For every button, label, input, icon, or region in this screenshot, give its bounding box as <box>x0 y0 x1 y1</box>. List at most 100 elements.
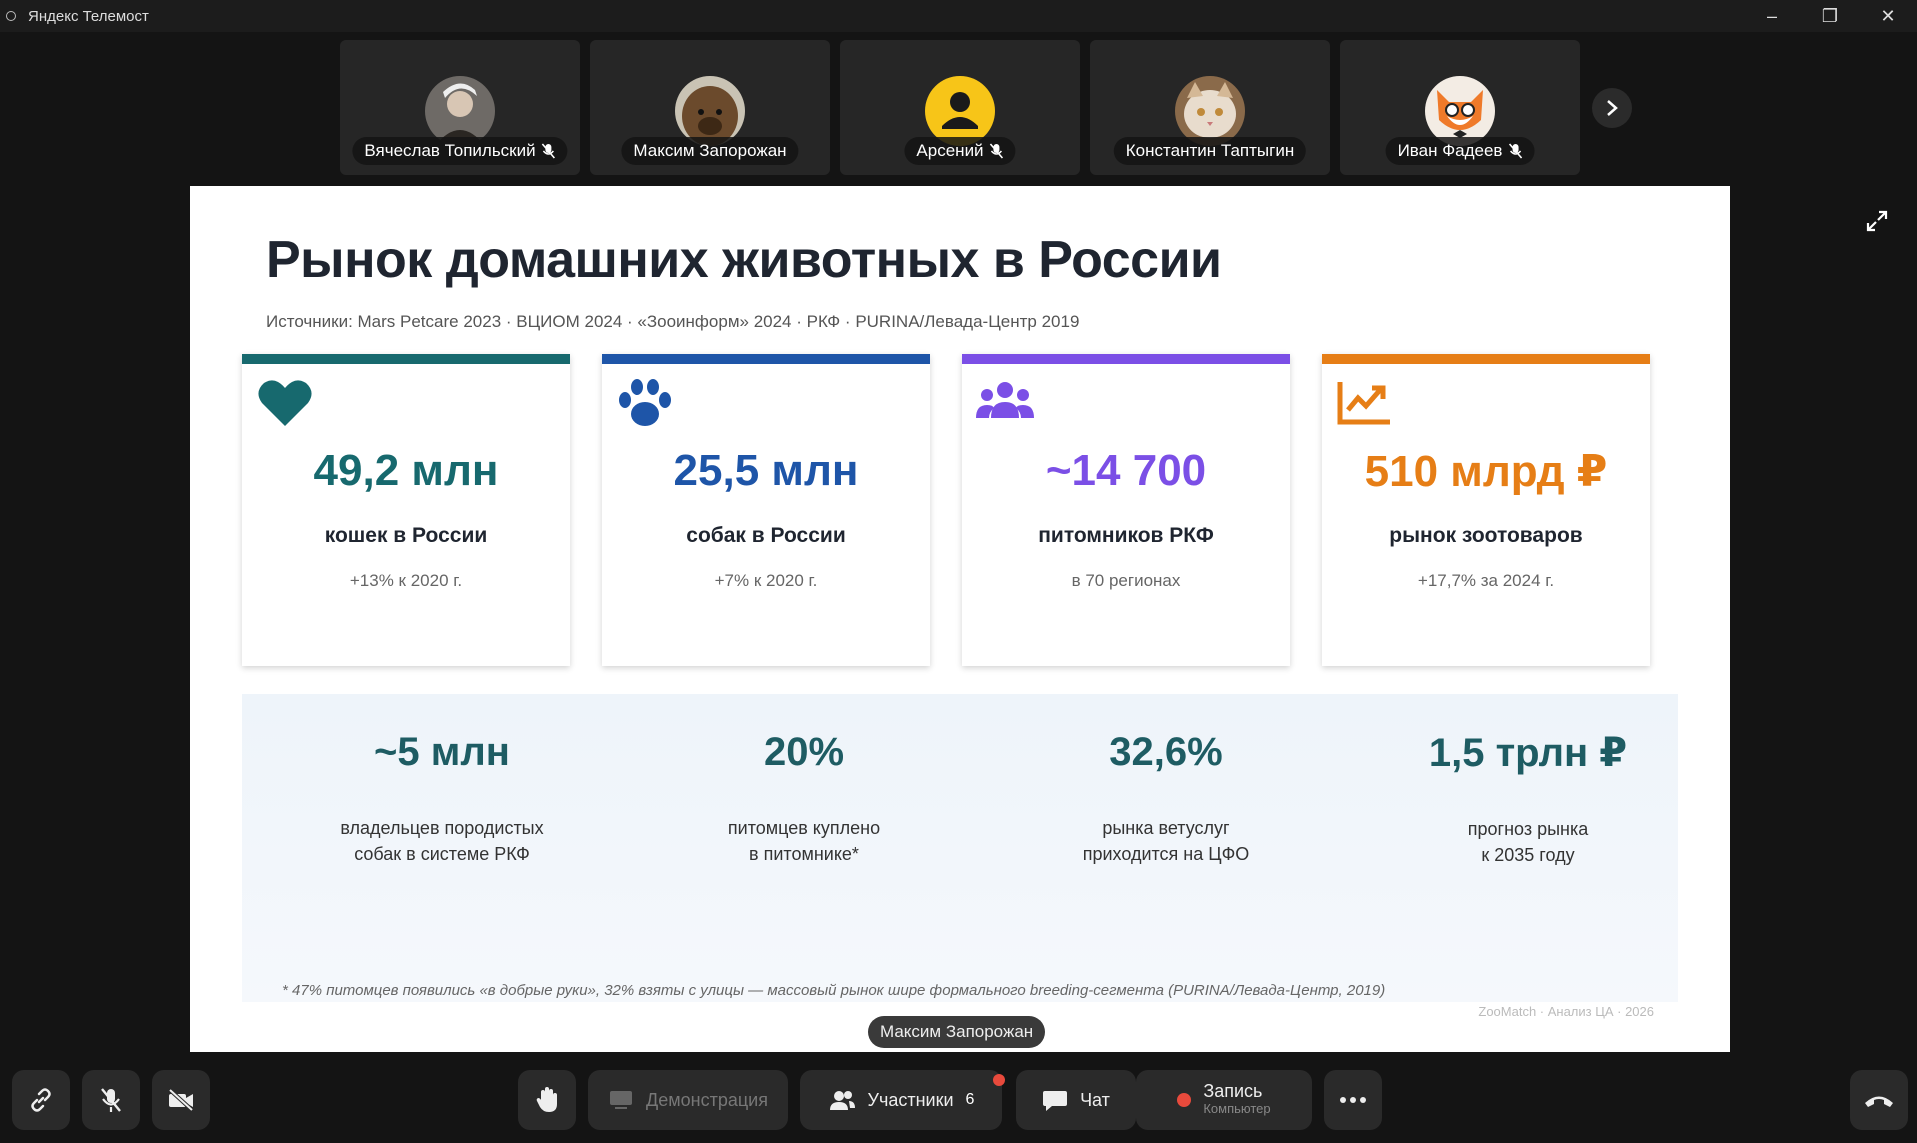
participant-name: Арсений <box>916 141 984 160</box>
record-button[interactable]: Запись Компьютер <box>1136 1070 1312 1130</box>
participant-tile[interactable]: Константин Таптыгин <box>1090 40 1330 175</box>
stat-value: ~5 млн <box>374 730 510 774</box>
participant-name: Вячеслав Топильский <box>364 141 536 160</box>
stat-kennel-share: 20% питомцев куплено в питомнике* <box>634 730 974 867</box>
participant-name: Константин Таптыгин <box>1125 141 1295 160</box>
card-accent-bar <box>602 354 930 364</box>
screen-share-button[interactable]: Демонстрация <box>588 1070 788 1130</box>
stat-cards: 49,2 млн кошек в России +13% к 2020 г. 2… <box>242 354 1650 666</box>
participant-name-pill: Арсений <box>904 137 1016 165</box>
participant-tile[interactable]: Иван Фадеев <box>1340 40 1580 175</box>
hand-icon <box>536 1087 557 1112</box>
expand-icon <box>1866 210 1888 232</box>
stat-card-market: 510 млрд ₽ рынок зоотоваров +17,7% за 20… <box>1322 354 1650 666</box>
mic-off-icon <box>542 143 556 159</box>
participant-name-pill: Иван Фадеев <box>1385 137 1535 165</box>
slide-footnote: * 47% питомцев появились «в добрые руки»… <box>282 982 1386 999</box>
card-subtext: в 70 регионах <box>1071 571 1181 590</box>
stat-card-kennels: ~14 700 питомников РКФ в 70 регионах <box>962 354 1290 666</box>
screen-share-label: Демонстрация <box>646 1089 768 1110</box>
record-label: Запись <box>1203 1081 1263 1101</box>
restore-button[interactable]: ❐ <box>1801 0 1859 32</box>
card-accent-bar <box>242 354 570 364</box>
microphone-toggle-button[interactable] <box>82 1070 140 1130</box>
stat-text: прогноз рынка к 2035 году <box>1467 819 1589 865</box>
participant-name: Иван Фадеев <box>1397 141 1503 160</box>
avatar <box>925 76 995 146</box>
stats-panel: ~5 млн владельцев породистых собак в сист… <box>242 694 1678 1002</box>
card-label: рынок зоотоваров <box>1389 524 1583 547</box>
mic-off-icon <box>1508 143 1523 159</box>
chat-button[interactable]: Чат <box>1016 1070 1136 1130</box>
slide-sources: Источники: Mars Petcare 2023 · ВЦИОМ 202… <box>266 312 1080 331</box>
app-icon <box>6 11 16 21</box>
more-icon <box>1340 1097 1366 1103</box>
raise-hand-button[interactable] <box>518 1070 576 1130</box>
card-accent-bar <box>1322 354 1650 364</box>
avatar <box>425 76 495 146</box>
card-label: питомников РКФ <box>1038 524 1214 547</box>
avatar <box>1425 76 1495 146</box>
paw-icon <box>619 379 671 426</box>
card-subtext: +17,7% за 2024 г. <box>1417 571 1555 590</box>
stat-breed-owners: ~5 млн владельцев породистых собак в сист… <box>272 730 612 867</box>
bottom-toolbar: Демонстрация Участники 6 Чат Запись Комп… <box>0 1070 1917 1143</box>
participants-button[interactable]: Участники 6 <box>800 1070 1002 1130</box>
card-value: 49,2 млн <box>313 446 499 495</box>
stat-value: 32,6% <box>1109 730 1223 774</box>
stat-forecast: 1,5 трлн ₽ прогноз рынка к 2035 году <box>1358 730 1698 868</box>
chat-icon <box>1043 1091 1068 1111</box>
trend-chart-icon <box>1337 382 1390 425</box>
card-label: кошек в России <box>324 524 488 547</box>
card-value: 510 млрд ₽ <box>1364 447 1608 496</box>
minimize-button[interactable]: – <box>1743 0 1801 32</box>
slide-brand: ZooMatch · Анализ ЦА · 2026 <box>1478 1004 1654 1019</box>
more-options-button[interactable] <box>1324 1070 1382 1130</box>
record-dot-icon <box>1177 1093 1192 1107</box>
camera-off-icon <box>168 1088 194 1112</box>
mic-off-icon <box>101 1088 121 1112</box>
stat-vet-share: 32,6% рынка ветуслуг приходится на ЦФО <box>996 730 1336 867</box>
card-label: собак в России <box>686 524 846 547</box>
slide-title: Рынок домашних животных в России <box>266 231 1222 289</box>
stat-value: 20% <box>763 730 845 774</box>
avatar <box>1175 76 1245 146</box>
close-button[interactable]: ✕ <box>1859 0 1917 32</box>
participant-name: Максим Запорожан <box>633 141 787 160</box>
stat-text: владельцев породистых собак в системе РКФ <box>340 818 544 864</box>
chevron-right-icon <box>1607 100 1618 116</box>
stat-value: 1,5 трлн ₽ <box>1428 731 1628 775</box>
participants-count: 6 <box>965 1091 975 1108</box>
window-controls: – ❐ ✕ <box>1743 0 1917 32</box>
chat-label: Чат <box>1080 1089 1110 1110</box>
participants-icon <box>829 1091 855 1110</box>
heart-icon <box>258 380 312 426</box>
stat-card-cats: 49,2 млн кошек в России +13% к 2020 г. <box>242 354 570 666</box>
fullscreen-button[interactable] <box>1860 204 1894 238</box>
card-value: 25,5 млн <box>673 446 859 495</box>
participants-strip: Вячеслав Топильский Максим Запорожан Арс… <box>340 40 1580 175</box>
stat-text: питомцев куплено в питомнике* <box>727 818 881 864</box>
card-accent-bar <box>962 354 1290 364</box>
card-value: ~14 700 <box>1045 446 1207 495</box>
link-icon <box>31 1088 51 1112</box>
card-subtext: +7% к 2020 г. <box>714 571 818 590</box>
window-title: Яндекс Телемост <box>28 7 149 25</box>
participant-tile[interactable]: Максим Запорожан <box>590 40 830 175</box>
notification-dot <box>993 1074 1005 1086</box>
next-participants-button[interactable] <box>1592 88 1632 128</box>
hang-up-icon <box>1865 1096 1893 1107</box>
avatar <box>675 76 745 146</box>
camera-toggle-button[interactable] <box>152 1070 210 1130</box>
participant-name-pill: Константин Таптыгин <box>1113 137 1307 165</box>
record-sublabel: Компьютер <box>1203 1101 1271 1116</box>
hang-up-button[interactable] <box>1850 1070 1908 1130</box>
record-label-group: Запись Компьютер <box>1203 1082 1270 1118</box>
participant-tile[interactable]: Арсений <box>840 40 1080 175</box>
presentation-slide: Рынок домашних животных в России Источни… <box>190 186 1730 1052</box>
participant-tile[interactable]: Вячеслав Топильский <box>340 40 580 175</box>
participant-name-pill: Вячеслав Топильский <box>352 137 568 165</box>
card-subtext: +13% к 2020 г. <box>349 571 463 590</box>
stat-card-dogs: 25,5 млн собак в России +7% к 2020 г. <box>602 354 930 666</box>
copy-link-button[interactable] <box>12 1070 70 1130</box>
